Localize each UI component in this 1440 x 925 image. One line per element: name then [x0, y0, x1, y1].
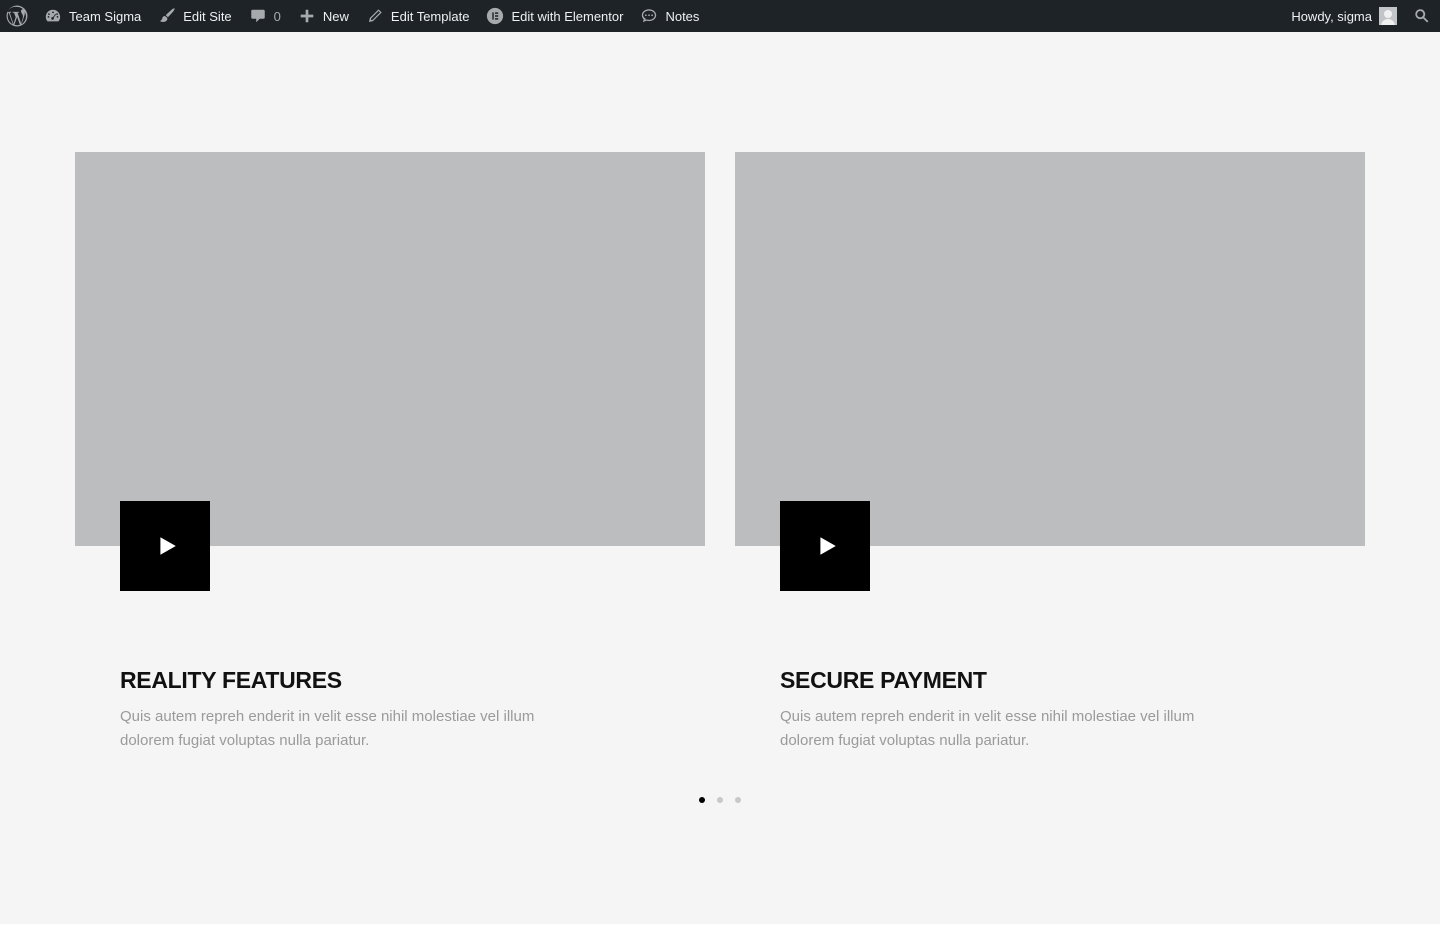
carousel-pagination: [0, 797, 1440, 803]
card-title: SECURE PAYMENT: [780, 667, 987, 693]
play-video-button[interactable]: [120, 501, 210, 591]
dashboard-gauge-icon: [43, 6, 63, 26]
edit-template-link[interactable]: Edit Template: [357, 0, 478, 32]
video-thumbnail[interactable]: [75, 152, 705, 546]
page-content: REALITY FEATURES Quis autem repreh ender…: [0, 32, 1440, 924]
plus-icon: [297, 6, 317, 26]
card-description: Quis autem repreh enderit in velit esse …: [120, 708, 535, 749]
pagination-dot-3[interactable]: [735, 797, 741, 803]
card-title: REALITY FEATURES: [120, 667, 342, 693]
wordpress-menu[interactable]: [0, 0, 35, 32]
avatar: [1379, 7, 1397, 25]
card-description: Quis autem repreh enderit in velit esse …: [780, 708, 1195, 749]
play-video-button[interactable]: [780, 501, 870, 591]
pagination-dot-2[interactable]: [717, 797, 723, 803]
site-name-menu[interactable]: Team Sigma: [35, 0, 149, 32]
edit-with-elementor-label: Edit with Elementor: [511, 8, 624, 24]
new-content-menu[interactable]: New: [289, 0, 357, 32]
search-icon: [1412, 6, 1432, 26]
edit-site-link[interactable]: Edit Site: [149, 0, 239, 32]
edit-with-elementor-link[interactable]: Edit with Elementor: [477, 0, 631, 32]
admin-bar-right: Howdy, sigma: [1283, 0, 1440, 32]
feature-card-payment: SECURE PAYMENT Quis autem repreh enderit…: [735, 152, 1365, 749]
video-thumbnail[interactable]: [735, 152, 1365, 546]
pagination-dot-1[interactable]: [699, 797, 705, 803]
admin-bar-left: Team Sigma Edit Site 0 New Edit Template: [0, 0, 707, 32]
comments-link[interactable]: 0: [240, 0, 289, 32]
wordpress-logo-icon: [6, 5, 28, 27]
speech-bubble-icon: [248, 6, 268, 26]
site-name-label: Team Sigma: [69, 8, 142, 24]
admin-bar-search[interactable]: [1403, 0, 1440, 32]
play-icon: [159, 537, 176, 555]
play-icon: [819, 537, 836, 555]
feature-card-reality: REALITY FEATURES Quis autem repreh ender…: [75, 152, 705, 749]
chat-bubble-icon: [639, 6, 659, 26]
notes-label: Notes: [665, 8, 700, 24]
edit-template-label: Edit Template: [390, 8, 470, 24]
edit-site-label: Edit Site: [183, 8, 232, 24]
new-label: New: [322, 8, 349, 24]
pencil-icon: [365, 6, 385, 26]
paintbrush-icon: [157, 6, 177, 26]
my-account-menu[interactable]: Howdy, sigma: [1283, 0, 1403, 32]
comments-count: 0: [273, 8, 281, 24]
notes-link[interactable]: Notes: [631, 0, 707, 32]
howdy-label: Howdy, sigma: [1291, 8, 1372, 24]
elementor-logo-icon: [485, 6, 505, 26]
admin-bar: Team Sigma Edit Site 0 New Edit Template: [0, 0, 1440, 32]
